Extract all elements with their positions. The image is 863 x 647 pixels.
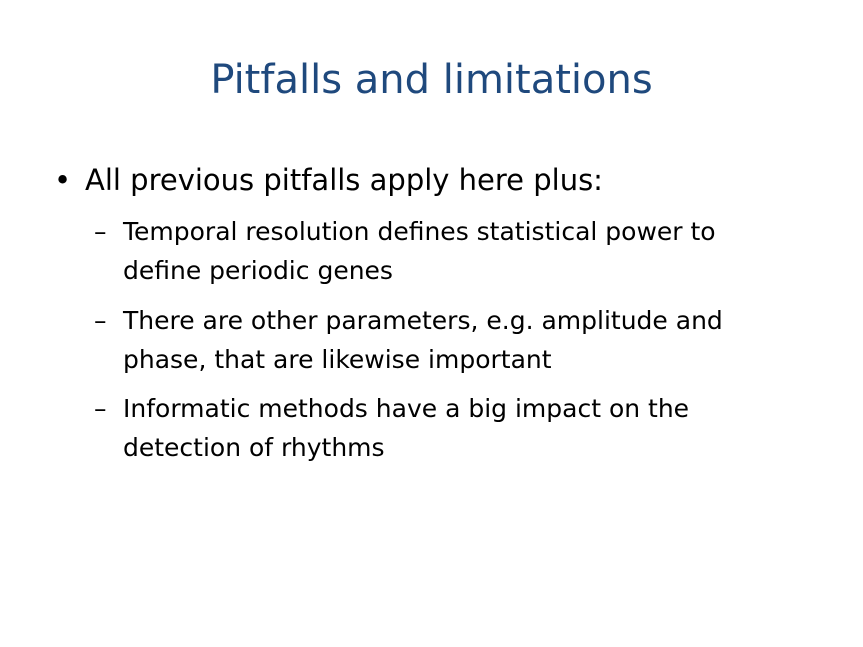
slide-title: Pitfalls and limitations [210,57,653,103]
sub-bullet-text: There are other parameters, e.g. amplitu… [123,301,793,379]
sub-bullet-marker: – [94,306,107,335]
bullet-text: All previous pitfalls apply here plus: [85,163,603,197]
sub-bullet-line: Informatic methods have a big impact on … [123,394,690,423]
sub-bullet-line: define periodic genes [123,256,393,285]
sub-bullet-marker: – [94,217,107,246]
sub-bullet-marker: – [94,394,107,423]
sub-bullet-text: Informatic methods have a big impact on … [123,389,793,467]
sub-bullet-line: Temporal resolution defines statistical … [123,217,716,246]
bullet-marker: • [54,163,72,197]
sub-bullet-line: phase, that are likewise important [123,345,552,374]
slide: Pitfalls and limitations • All previous … [0,0,863,647]
sub-bullet-line: detection of rhythms [123,433,385,462]
sub-bullet-line: There are other parameters, e.g. amplitu… [123,306,723,335]
sub-bullet-text: Temporal resolution defines statistical … [123,212,793,290]
